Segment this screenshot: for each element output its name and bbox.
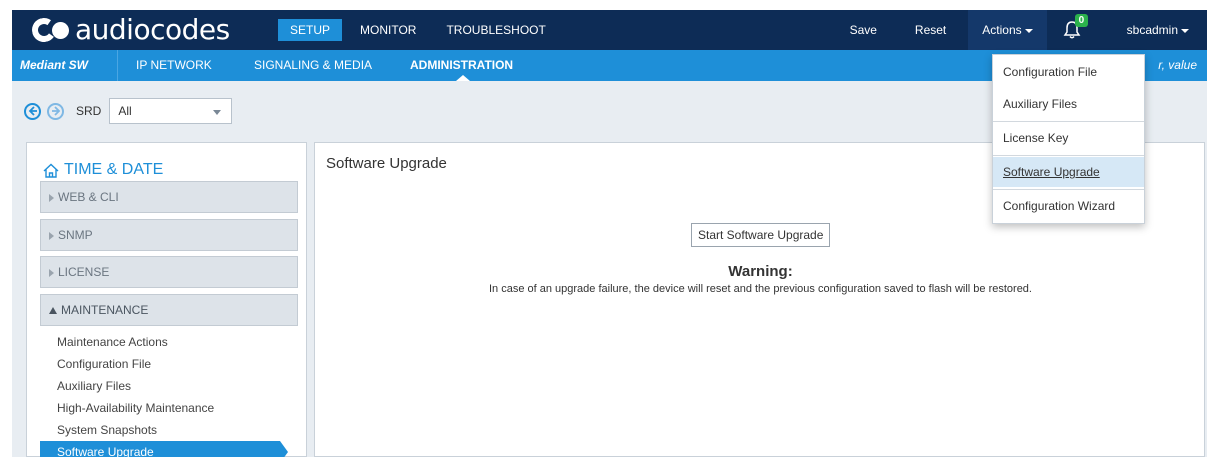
menu-item-software-upgrade[interactable]: Software Upgrade	[993, 157, 1144, 187]
sidebar-section-web-cli[interactable]: WEB & CLI	[40, 181, 298, 213]
start-software-upgrade-button[interactable]: Start Software Upgrade	[691, 223, 831, 247]
sub-nav-divider	[117, 50, 118, 81]
caret-right-icon	[49, 193, 54, 202]
srd-label: SRD	[76, 104, 102, 118]
sidebar-title[interactable]: TIME & DATE	[43, 161, 163, 179]
chevron-down-icon	[213, 110, 222, 115]
audiocodes-logo[interactable]: audiocodes	[30, 13, 230, 47]
section-label: WEB & CLI	[58, 190, 119, 204]
sidebar-item-maintenance-actions[interactable]: Maintenance Actions	[40, 331, 298, 353]
caret-right-icon	[49, 231, 54, 240]
sub-nav-ip-network[interactable]: IP NETWORK	[136, 50, 212, 81]
tab-monitor[interactable]: MONITOR	[348, 19, 428, 41]
save-button[interactable]: Save	[838, 10, 889, 50]
caret-right-icon	[49, 268, 54, 277]
product-name: Mediant SW	[20, 58, 88, 72]
srd-select[interactable]: All	[109, 98, 233, 124]
arrow-left-icon	[28, 106, 37, 116]
sidebar-item-configuration-file[interactable]: Configuration File	[40, 353, 298, 375]
home-icon	[43, 163, 59, 178]
chevron-down-icon	[1024, 28, 1033, 33]
logo-mark-icon	[30, 16, 72, 44]
notification-badge: 0	[1074, 14, 1089, 27]
sidebar-item-software-upgrade[interactable]: Software Upgrade	[40, 441, 288, 457]
menu-item-configuration-file[interactable]: Configuration File	[993, 57, 1144, 87]
chevron-down-icon	[1181, 28, 1189, 33]
menu-item-license-key[interactable]: License Key	[993, 123, 1144, 153]
warning-text: In case of an upgrade failure, the devic…	[489, 283, 1032, 295]
sidebar-title-text: TIME & DATE	[64, 161, 164, 178]
caret-down-icon	[49, 307, 57, 315]
warning-title: Warning:	[728, 263, 793, 280]
top-nav: SETUP MONITOR TROUBLESHOOT	[278, 19, 564, 41]
sidebar-section-snmp[interactable]: SNMP	[40, 219, 298, 251]
sidebar-section-maintenance[interactable]: MAINTENANCE	[40, 294, 298, 326]
nav-row: SRD All	[24, 98, 233, 124]
reset-button[interactable]: Reset	[903, 10, 958, 50]
tab-troubleshoot[interactable]: TROUBLESHOOT	[434, 19, 557, 41]
user-menu-button[interactable]: sbcadmin	[1115, 10, 1201, 50]
user-label: sbcadmin	[1126, 23, 1178, 37]
notifications-button[interactable]: 0	[1061, 10, 1089, 50]
section-label: LICENSE	[58, 265, 110, 279]
menu-divider	[993, 155, 1144, 156]
srd-selected-value: All	[118, 104, 132, 118]
tab-setup[interactable]: SETUP	[278, 19, 343, 41]
top-bar: audiocodes SETUP MONITOR TROUBLESHOOT Sa…	[12, 10, 1207, 50]
sidebar-item-high-availability-maintenance[interactable]: High-Availability Maintenance	[40, 397, 298, 419]
actions-label: Actions	[982, 23, 1022, 37]
section-label: MAINTENANCE	[61, 303, 149, 317]
sidebar-item-system-snapshots[interactable]: System Snapshots	[40, 419, 298, 441]
page-title: Software Upgrade	[326, 155, 447, 172]
actions-dropdown-menu: Configuration File Auxiliary Files Licen…	[992, 54, 1145, 224]
menu-divider	[993, 189, 1144, 190]
top-actions: Save Reset Actions 0 sbcadmin	[838, 10, 1207, 50]
section-label: SNMP	[58, 228, 93, 242]
logo-text: audiocodes	[75, 13, 230, 46]
sidebar-item-auxiliary-files[interactable]: Auxiliary Files	[40, 375, 298, 397]
forward-button[interactable]	[47, 102, 64, 120]
search-hint[interactable]: r, value	[1158, 50, 1197, 81]
menu-divider	[993, 121, 1144, 122]
actions-menu-button[interactable]: Actions	[968, 10, 1047, 50]
maintenance-list: Maintenance Actions Configuration File A…	[40, 331, 298, 457]
menu-item-auxiliary-files[interactable]: Auxiliary Files	[993, 89, 1144, 119]
menu-item-configuration-wizard[interactable]: Configuration Wizard	[993, 191, 1144, 221]
sidebar-section-license[interactable]: LICENSE	[40, 256, 298, 288]
sidebar-panel: TIME & DATE WEB & CLI SNMP LICENSE MAINT…	[26, 142, 307, 457]
arrow-right-icon	[51, 106, 60, 116]
back-button[interactable]	[24, 102, 41, 120]
sub-nav-signaling-media[interactable]: SIGNALING & MEDIA	[254, 50, 372, 81]
